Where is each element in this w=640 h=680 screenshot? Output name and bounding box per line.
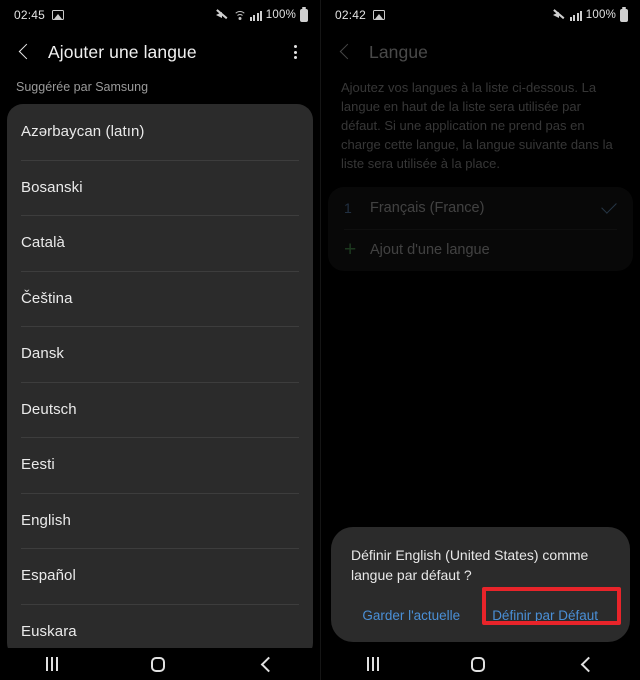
recents-icon[interactable] xyxy=(46,657,59,671)
list-item[interactable]: Eesti xyxy=(7,437,313,493)
left-phone-screen: 02:45 100% Ajouter une langue Suggérée p… xyxy=(0,0,320,680)
status-right-group: 100% xyxy=(553,8,628,22)
right-phone-screen: 02:42 100% Langue Ajoutez vos langues à … xyxy=(320,0,640,680)
battery-percent-label: 100% xyxy=(585,9,616,21)
dialog-action-row: Garder l'actuelle Définir par Défaut xyxy=(351,599,610,632)
left-status-bar: 02:45 100% xyxy=(0,0,320,30)
back-arrow-icon[interactable] xyxy=(335,42,355,62)
language-name: English xyxy=(21,511,71,529)
list-item[interactable]: Català xyxy=(7,215,313,271)
list-item[interactable]: 1 Français (France) xyxy=(328,187,633,229)
language-list-card: 1 Français (France) + Ajout d'une langue xyxy=(328,187,633,271)
list-item[interactable]: Azərbaycan (latın) xyxy=(7,104,313,160)
language-name: Español xyxy=(21,567,76,585)
suggested-languages-card: Azərbaycan (latın) Bosanski Català Češti… xyxy=(7,104,313,659)
list-item[interactable]: English xyxy=(7,492,313,549)
page-title: Langue xyxy=(369,41,428,62)
list-item[interactable]: Dansk xyxy=(7,326,313,382)
status-clock: 02:42 xyxy=(335,8,367,22)
screenshot-icon xyxy=(373,10,386,20)
left-app-bar: Ajouter une langue xyxy=(0,30,320,74)
language-name: Català xyxy=(21,234,65,252)
back-arrow-icon[interactable] xyxy=(14,42,34,62)
set-default-language-dialog: Définir English (United States) comme la… xyxy=(331,527,630,642)
language-name: Dansk xyxy=(21,345,65,363)
plus-icon: + xyxy=(344,237,357,261)
home-icon[interactable] xyxy=(471,656,486,672)
status-right-group: 100% xyxy=(216,8,308,22)
language-name: Azərbaycan (latın) xyxy=(21,123,145,141)
screenshot-icon xyxy=(52,10,65,20)
right-status-bar: 02:42 100% xyxy=(321,0,640,30)
list-item[interactable]: Español xyxy=(7,548,313,604)
status-left-group: 02:42 xyxy=(335,8,386,22)
left-navigation-bar xyxy=(0,648,320,680)
back-icon[interactable] xyxy=(258,656,274,672)
battery-icon xyxy=(620,8,628,22)
set-default-button[interactable]: Définir par Défaut xyxy=(480,599,610,632)
language-name: Eesti xyxy=(21,456,55,474)
language-name: Deutsch xyxy=(21,400,77,418)
section-header-label: Suggérée par Samsung xyxy=(16,80,149,94)
mute-icon xyxy=(216,9,229,21)
recents-icon[interactable] xyxy=(367,657,380,671)
dialog-message: Définir English (United States) comme la… xyxy=(351,547,589,583)
status-clock: 02:45 xyxy=(14,8,46,22)
right-app-bar: Langue xyxy=(321,30,640,74)
language-name: Čeština xyxy=(21,289,73,307)
home-icon[interactable] xyxy=(150,656,165,672)
description-text: Ajoutez vos langues à la liste ci-dessou… xyxy=(341,80,613,171)
keep-current-button[interactable]: Garder l'actuelle xyxy=(350,599,472,632)
list-item-index: 1 xyxy=(344,200,352,216)
mute-icon xyxy=(553,9,566,21)
overflow-menu-icon[interactable] xyxy=(284,41,306,63)
signal-icon xyxy=(250,10,262,21)
back-icon[interactable] xyxy=(578,656,594,672)
list-item[interactable]: Čeština xyxy=(7,270,313,327)
right-navigation-bar xyxy=(321,648,640,680)
list-item[interactable]: Deutsch xyxy=(7,381,313,438)
wifi-icon xyxy=(233,10,247,21)
list-item[interactable]: Bosanski xyxy=(7,159,313,216)
status-left-group: 02:45 xyxy=(14,8,65,22)
language-name: Euskara xyxy=(21,622,77,640)
signal-icon xyxy=(570,10,582,21)
check-icon xyxy=(601,202,617,214)
list-item[interactable]: + Ajout d'une langue xyxy=(328,229,633,271)
battery-percent-label: 100% xyxy=(265,9,296,21)
battery-icon xyxy=(300,8,308,22)
screenshot-pair: 02:45 100% Ajouter une langue Suggérée p… xyxy=(0,0,640,680)
language-name: Français (France) xyxy=(370,200,485,216)
page-title: Ajouter une langue xyxy=(48,41,197,62)
add-language-label: Ajout d'une langue xyxy=(370,242,490,258)
dimmed-content-scrim: Langue Ajoutez vos langues à la liste ci… xyxy=(321,30,640,271)
language-name: Bosanski xyxy=(21,178,83,196)
